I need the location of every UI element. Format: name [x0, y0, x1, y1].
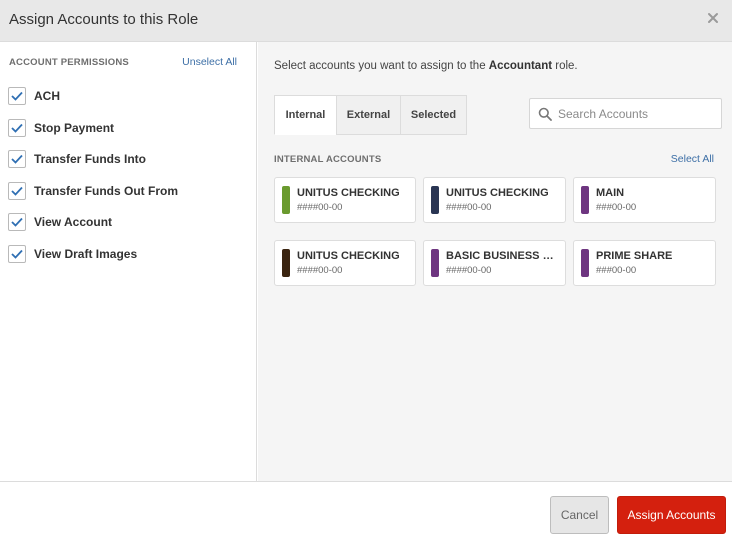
account-color-bar	[282, 249, 290, 277]
account-tabs: Internal External Selected	[274, 95, 467, 135]
account-number: ####00-00	[297, 265, 343, 276]
account-card[interactable]: PRIME SHARE ###00-00	[573, 240, 716, 286]
account-card[interactable]: MAIN ###00-00	[573, 177, 716, 223]
account-cards: UNITUS CHECKING ####00-00 UNITUS CHECKIN…	[274, 177, 716, 286]
checkbox-checked-icon[interactable]	[8, 150, 26, 169]
account-number: ####00-00	[297, 202, 343, 213]
permission-label: Stop Payment	[34, 120, 115, 135]
checkbox-checked-icon[interactable]	[8, 118, 26, 137]
tab-selected[interactable]: Selected	[400, 95, 467, 135]
account-color-bar	[581, 186, 589, 214]
account-number: ###00-00	[596, 202, 637, 213]
account-color-bar	[431, 186, 439, 214]
role-name: Accountant	[488, 60, 553, 72]
permissions-list: ACH Stop Payment Transfer Funds Into Tra…	[8, 87, 178, 277]
account-color-bar	[282, 186, 290, 214]
permission-item-view-account[interactable]: View Account	[8, 213, 178, 232]
checkbox-checked-icon[interactable]	[8, 213, 26, 232]
account-number: ####00-00	[446, 202, 492, 213]
cancel-button[interactable]: Cancel	[550, 496, 609, 534]
account-name: UNITUS CHECKING	[446, 187, 549, 199]
assign-accounts-button[interactable]: Assign Accounts	[617, 496, 726, 534]
account-card[interactable]: UNITUS CHECKING ####00-00	[274, 240, 416, 286]
instruction-suffix: role.	[552, 60, 578, 72]
permission-item-transfer-out[interactable]: Transfer Funds Out From	[8, 181, 179, 200]
account-name: BASIC BUSINESS CHECKING	[446, 250, 560, 262]
permission-label: Transfer Funds Out From	[34, 183, 179, 198]
checkbox-checked-icon[interactable]	[8, 244, 26, 263]
permission-label: ACH	[34, 89, 60, 103]
account-card[interactable]: UNITUS CHECKING ####00-00	[423, 177, 566, 223]
permission-label: View Draft Images	[34, 246, 138, 261]
permission-item-transfer-into[interactable]: Transfer Funds Into	[8, 150, 178, 169]
account-number: ####00-00	[446, 265, 492, 276]
account-name: UNITUS CHECKING	[297, 187, 400, 199]
account-color-bar	[431, 249, 439, 277]
permission-item-stop-payment[interactable]: Stop Payment	[8, 118, 178, 137]
search-box[interactable]	[529, 98, 722, 129]
account-card[interactable]: UNITUS CHECKING ####00-00	[274, 177, 416, 223]
permission-item-ach[interactable]: ACH	[8, 87, 178, 105]
accounts-panel: Select accounts you want to assign to th…	[258, 42, 732, 481]
tab-external[interactable]: External	[336, 95, 401, 135]
account-name: UNITUS CHECKING	[297, 250, 400, 262]
permission-label: View Account	[34, 215, 113, 230]
internal-accounts-title: INTERNAL ACCOUNTS	[274, 154, 382, 165]
account-name: MAIN	[596, 187, 625, 199]
dialog-header: Assign Accounts to this Role	[0, 0, 732, 42]
dialog-title: Assign Accounts to this Role	[9, 11, 199, 28]
account-card[interactable]: BASIC BUSINESS CHECKING ####00-00	[423, 240, 566, 286]
tab-internal[interactable]: Internal	[274, 95, 337, 135]
dialog-footer: Cancel Assign Accounts	[0, 481, 732, 544]
checkbox-checked-icon[interactable]	[8, 87, 26, 105]
permission-item-view-draft-images[interactable]: View Draft Images	[8, 244, 178, 263]
permissions-title: ACCOUNT PERMISSIONS	[9, 57, 129, 68]
instruction-prefix: Select accounts you want to assign to th…	[274, 60, 489, 72]
instruction-text: Select accounts you want to assign to th…	[274, 60, 578, 72]
account-color-bar	[581, 249, 589, 277]
permission-label: Transfer Funds Into	[34, 152, 147, 167]
search-input[interactable]	[558, 106, 718, 121]
unselect-all-link[interactable]: Unselect All	[182, 56, 237, 68]
account-name: PRIME SHARE	[596, 250, 673, 262]
search-icon	[538, 107, 552, 121]
close-icon[interactable]	[706, 11, 720, 25]
account-number: ###00-00	[596, 265, 637, 276]
checkbox-checked-icon[interactable]	[8, 181, 26, 200]
permissions-panel: ACCOUNT PERMISSIONS Unselect All ACH Sto…	[0, 42, 257, 481]
select-all-link[interactable]: Select All	[671, 153, 714, 165]
